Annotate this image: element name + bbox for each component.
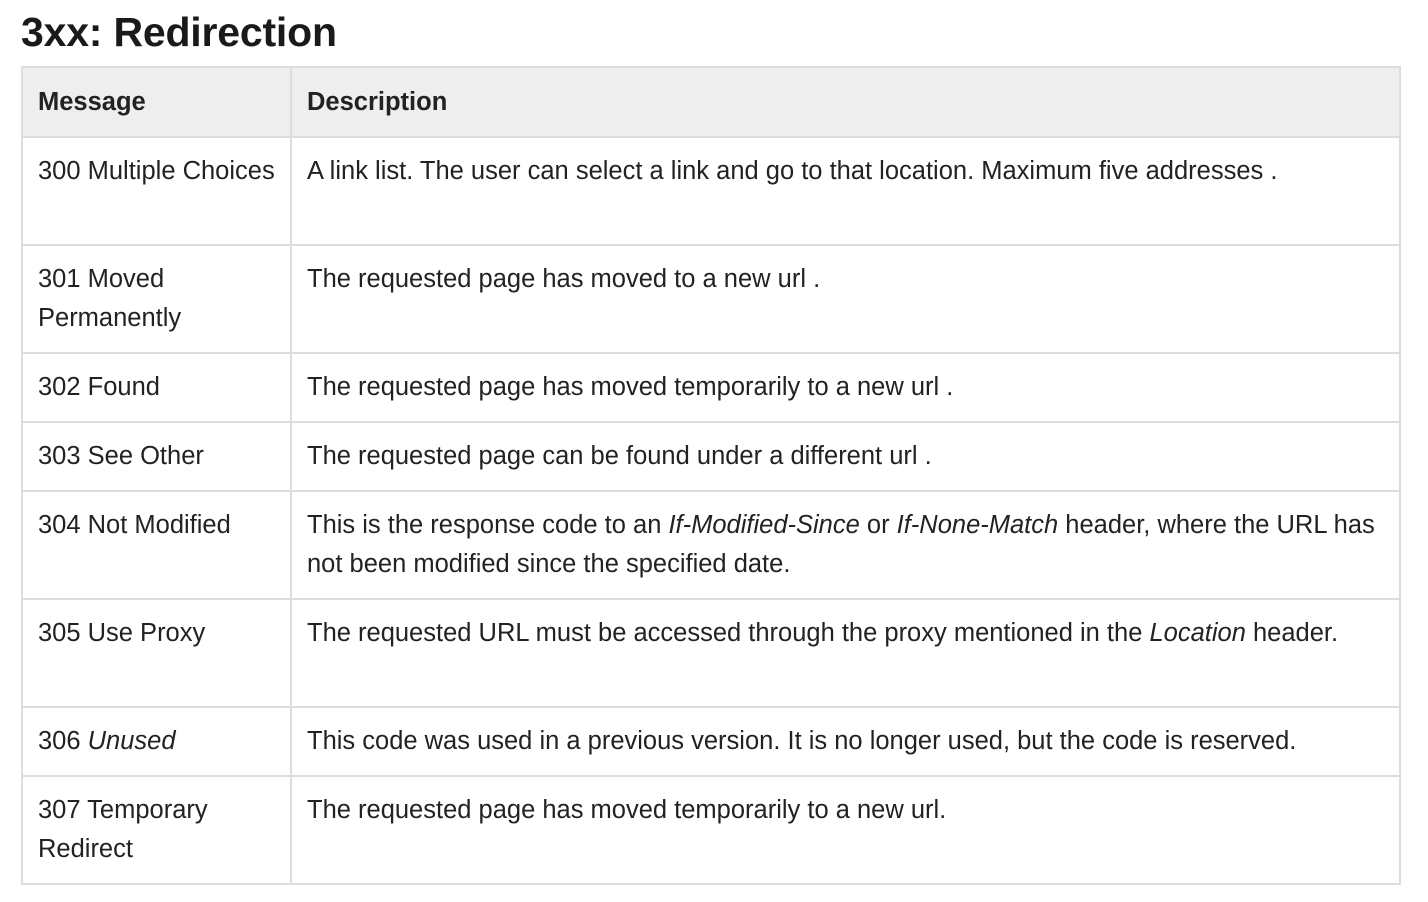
status-code-cell: 300 Multiple Choices — [21, 136, 292, 246]
text-run: The requested URL must be accessed throu… — [307, 619, 1150, 647]
text-run: 307 Temporary Redirect — [38, 796, 208, 863]
italic-text: Unused — [87, 727, 176, 755]
table-row: 307 Temporary Redirect The requested pag… — [21, 775, 1401, 885]
description-cell: The requested page has moved temporarily… — [290, 775, 1401, 885]
text-run: The requested page has moved to a new ur… — [307, 265, 821, 293]
table-row: 302 Found The requested page has moved t… — [21, 352, 1401, 423]
text-run: header. — [1245, 619, 1339, 647]
status-code-cell: 304 Not Modified — [21, 490, 292, 600]
status-code-cell: 302 Found — [21, 352, 292, 423]
text-run: or — [859, 511, 897, 539]
text-run: This is the response code to an — [307, 511, 669, 539]
table-row: 304 Not Modified This is the response co… — [21, 490, 1401, 600]
description-cell: This is the response code to an If-Modif… — [290, 490, 1401, 600]
column-header-message: Message — [21, 66, 292, 138]
text-run: The requested page can be found under a … — [307, 442, 932, 470]
text-run: 306 — [38, 727, 88, 755]
status-code-cell: 305 Use Proxy — [21, 598, 292, 708]
status-code-cell: 306 Unused — [21, 706, 292, 777]
status-code-cell: 307 Temporary Redirect — [21, 775, 292, 885]
header-row: Message Description — [21, 66, 1401, 138]
table-header: Message Description — [21, 66, 1401, 138]
italic-text: If-Modified-Since — [668, 511, 860, 539]
column-header-description: Description — [290, 66, 1401, 138]
text-run: A link list. The user can select a link … — [307, 157, 1278, 185]
description-cell: The requested URL must be accessed throu… — [290, 598, 1401, 708]
page-title: 3xx: Redirection — [21, 9, 337, 55]
text-run: The requested page has moved temporarily… — [307, 796, 947, 824]
description-cell: This code was used in a previous version… — [290, 706, 1401, 777]
text-run: 301 Moved Permanently — [38, 265, 182, 332]
table-row: 306 Unused This code was used in a previ… — [21, 706, 1401, 777]
italic-text: Location — [1149, 619, 1246, 647]
redirection-status-table: Message Description 300 Multiple Choices… — [21, 66, 1401, 885]
table-body: 300 Multiple Choices A link list. The us… — [21, 136, 1401, 885]
table-row: 303 See Other The requested page can be … — [21, 421, 1401, 492]
italic-text: If-None-Match — [896, 511, 1059, 539]
status-code-cell: 303 See Other — [21, 421, 292, 492]
text-run: 305 Use Proxy — [38, 619, 206, 647]
status-code-cell: 301 Moved Permanently — [21, 244, 292, 354]
text-run: 303 See Other — [38, 442, 204, 470]
table-row: 300 Multiple Choices A link list. The us… — [21, 136, 1401, 246]
text-run: 300 Multiple Choices — [38, 157, 275, 185]
table-row: 301 Moved Permanently The requested page… — [21, 244, 1401, 354]
description-cell: A link list. The user can select a link … — [290, 136, 1401, 246]
text-run: The requested page has moved temporarily… — [307, 373, 954, 401]
text-run: This code was used in a previous version… — [307, 727, 1297, 755]
text-run: 304 Not Modified — [38, 511, 231, 539]
table-row: 305 Use Proxy The requested URL must be … — [21, 598, 1401, 708]
text-run: 302 Found — [38, 373, 160, 401]
description-cell: The requested page has moved to a new ur… — [290, 244, 1401, 354]
description-cell: The requested page can be found under a … — [290, 421, 1401, 492]
description-cell: The requested page has moved temporarily… — [290, 352, 1401, 423]
